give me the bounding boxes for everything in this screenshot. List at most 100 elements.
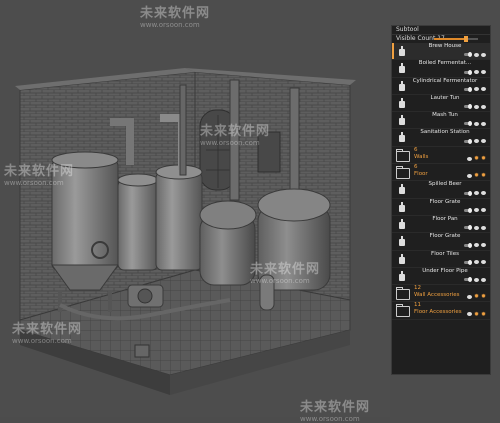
visibility-icon[interactable]: [481, 243, 486, 248]
watermark: 未来软件网 www.orsoon.com: [250, 258, 320, 285]
subtool-folder[interactable]: 11 Floor Accessories ✹ ✹: [392, 302, 490, 320]
eye-icon[interactable]: [474, 260, 479, 265]
eye-icon[interactable]: [474, 243, 479, 248]
visibility-icon[interactable]: [481, 191, 486, 196]
polypaint-toggle[interactable]: [464, 207, 472, 213]
polypaint-toggle[interactable]: [464, 121, 472, 127]
subtool-controls: [464, 225, 486, 231]
eye-icon[interactable]: [474, 87, 479, 92]
subtool-controls: ✹ ✹: [466, 294, 486, 300]
eye-icon[interactable]: [466, 312, 472, 317]
eye-icon[interactable]: [474, 208, 479, 213]
eye-icon[interactable]: [474, 104, 479, 109]
gear-icon[interactable]: ✹: [474, 311, 479, 317]
visibility-icon[interactable]: [481, 260, 486, 265]
subtool-controls: ✹ ✹: [466, 156, 486, 162]
visibility-icon[interactable]: [481, 70, 486, 75]
polypaint-toggle[interactable]: [464, 52, 472, 58]
watermark-brand: 未来软件网: [200, 124, 271, 139]
visibility-icon[interactable]: [481, 139, 486, 144]
eye-icon[interactable]: [474, 277, 479, 282]
subtool-controls: [464, 86, 486, 92]
polypaint-toggle[interactable]: [464, 86, 472, 92]
subtool-controls: ✹ ✹: [466, 311, 486, 317]
gear-icon[interactable]: ✹: [481, 173, 486, 179]
subtool-item[interactable]: Under Floor Pipe: [392, 268, 490, 286]
selection-indicator: [392, 43, 394, 60]
gear-icon[interactable]: ✹: [481, 156, 486, 162]
subtool-label: Floor Pan: [432, 215, 458, 222]
folder-icon[interactable]: [396, 287, 410, 301]
subtool-item[interactable]: Boiled Fermentat...: [392, 60, 490, 78]
polypaint-toggle[interactable]: [464, 242, 472, 248]
folder-icon[interactable]: [396, 304, 410, 318]
subtool-panel-title[interactable]: Subtool: [392, 26, 490, 35]
subtool-item[interactable]: Spilled Beer: [392, 181, 490, 199]
visibility-icon[interactable]: [481, 52, 486, 57]
brewery-render: [15, 68, 356, 395]
visible-count-slider-fill: [434, 38, 466, 40]
subtool-item[interactable]: Floor Pan: [392, 215, 490, 234]
subtool-list: Brew House Boiled Fermentat... Cylindrical…: [392, 43, 490, 320]
eye-icon[interactable]: [474, 139, 479, 144]
subtool-folder[interactable]: 6 Walls ✹ ✹: [392, 147, 490, 165]
gear-icon[interactable]: ✹: [481, 294, 486, 300]
watermark: 未来软件网 www.orsoon.com: [200, 120, 270, 147]
subtool-panel: Subtool Visible Count 17 Brew House Boile…: [391, 25, 491, 375]
folder-count: 11: [414, 302, 421, 309]
gear-icon[interactable]: ✹: [474, 173, 479, 179]
polypaint-toggle[interactable]: [464, 138, 472, 144]
eye-icon[interactable]: [474, 52, 479, 57]
subtool-item[interactable]: Cylindrical Fermentator: [392, 78, 490, 95]
subtool-folder[interactable]: 6 Floor ✹ ✹: [392, 164, 490, 182]
eye-icon[interactable]: [466, 156, 472, 161]
watermark-url: www.orsoon.com: [300, 415, 360, 423]
polypaint-toggle[interactable]: [464, 190, 472, 196]
subtool-item[interactable]: Lauter Tun: [392, 95, 490, 113]
watermark: 未来软件网 www.orsoon.com: [300, 396, 370, 423]
visibility-icon[interactable]: [481, 277, 486, 282]
eye-icon[interactable]: [474, 121, 479, 126]
eye-icon[interactable]: [474, 70, 479, 75]
subtool-item[interactable]: Floor Grate: [392, 199, 490, 216]
gear-icon[interactable]: ✹: [474, 294, 479, 300]
visibility-icon[interactable]: [481, 87, 486, 92]
subtool-label: Floor Grate: [429, 198, 461, 205]
eye-icon[interactable]: [474, 225, 479, 230]
folder-icon[interactable]: [396, 148, 410, 162]
eye-icon[interactable]: [474, 191, 479, 196]
subtool-controls: [464, 259, 486, 265]
watermark-brand: 未来软件网: [300, 400, 371, 415]
subtool-label: Cylindrical Fermentator: [412, 77, 478, 84]
visible-count-slider[interactable]: [434, 36, 478, 42]
visible-count-row: Visible Count 17: [392, 35, 490, 43]
folder-icon[interactable]: [396, 166, 410, 180]
watermark-brand: 未来软件网: [4, 164, 75, 179]
subtool-item[interactable]: Mash Tun: [392, 112, 490, 130]
subtool-folder[interactable]: 12 Wall Accessories ✹ ✹: [392, 285, 490, 303]
watermark: 未来软件网 www.orsoon.com: [12, 318, 82, 345]
3d-viewport[interactable]: 未来软件网 www.orsoon.com 未来软件网 www.orsoon.com …: [0, 0, 390, 423]
visibility-icon[interactable]: [481, 121, 486, 126]
subtool-controls: ✹ ✹: [466, 173, 486, 179]
polypaint-toggle[interactable]: [464, 277, 472, 283]
subtool-label: Brew House: [428, 43, 462, 49]
visibility-icon[interactable]: [481, 104, 486, 109]
visibility-icon[interactable]: [481, 225, 486, 230]
subtool-item[interactable]: Brew House: [392, 43, 490, 61]
subtool-item[interactable]: Floor Grate: [392, 233, 490, 251]
gear-icon[interactable]: ✹: [474, 156, 479, 162]
subtool-item[interactable]: Sanitation Station: [392, 129, 490, 147]
visible-count-slider-knob[interactable]: [463, 36, 468, 42]
eye-icon[interactable]: [466, 173, 472, 178]
polypaint-toggle[interactable]: [464, 104, 472, 110]
visibility-icon[interactable]: [481, 208, 486, 213]
polypaint-toggle[interactable]: [464, 259, 472, 265]
eye-icon[interactable]: [466, 294, 472, 299]
gear-icon[interactable]: ✹: [481, 311, 486, 317]
polypaint-toggle[interactable]: [464, 69, 472, 75]
watermark-url: www.orsoon.com: [12, 337, 72, 345]
subtool-item[interactable]: Floor Tiles: [392, 251, 490, 268]
watermark-url: www.orsoon.com: [4, 179, 64, 187]
polypaint-toggle[interactable]: [464, 225, 472, 231]
